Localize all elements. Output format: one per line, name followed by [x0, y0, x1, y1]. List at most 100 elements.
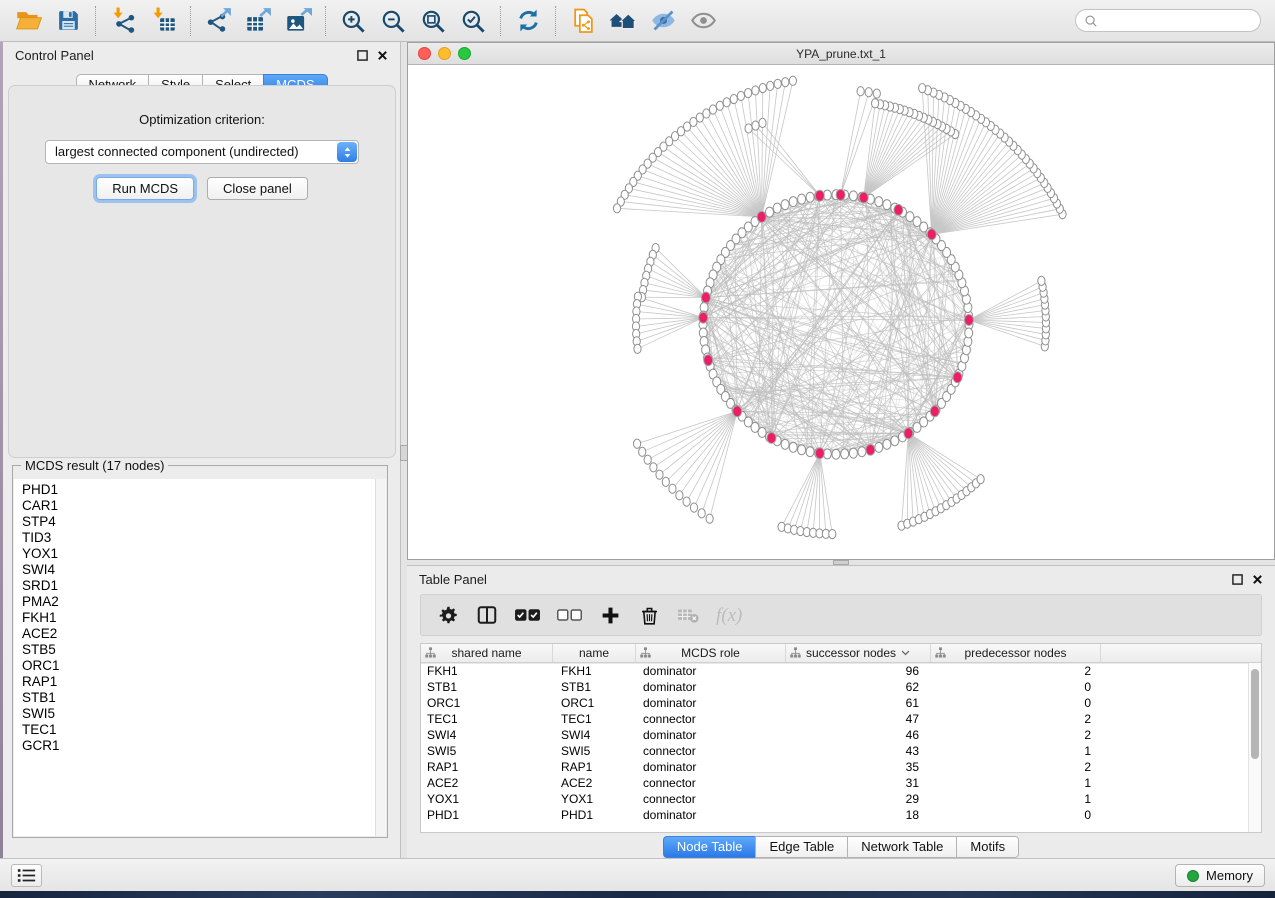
mcds-result-item[interactable]: CAR1 [14, 498, 386, 514]
criterion-select[interactable]: largest connected component (undirected) [45, 140, 359, 164]
table-cell[interactable]: 46 [786, 727, 931, 743]
table-cell[interactable]: ACE2 [421, 775, 553, 791]
zoom-fit-button[interactable] [413, 4, 453, 38]
table-cell[interactable]: SWI5 [553, 743, 636, 759]
mcds-result-item[interactable]: TEC1 [14, 722, 386, 738]
copy-style-button[interactable] [563, 4, 603, 38]
table-row[interactable]: TEC1TEC1connector472 [421, 711, 1248, 727]
add-column-button[interactable] [598, 601, 622, 629]
table-scrollbar[interactable] [1248, 663, 1261, 832]
close-panel-icon[interactable] [1252, 574, 1263, 585]
mcds-result-item[interactable]: STB5 [14, 642, 386, 658]
table-cell[interactable]: RAP1 [553, 759, 636, 775]
search-box[interactable] [1075, 9, 1261, 32]
table-cell[interactable]: 0 [931, 679, 1101, 695]
import-network-button[interactable] [103, 4, 143, 38]
column-header-name[interactable]: name [553, 644, 636, 662]
zoom-out-button[interactable] [373, 4, 413, 38]
table-cell[interactable]: 31 [786, 775, 931, 791]
column-header-MCDS-role[interactable]: MCDS role [636, 644, 786, 662]
table-row[interactable]: PHD1PHD1dominator180 [421, 807, 1248, 823]
table-cell[interactable]: PHD1 [421, 807, 553, 823]
table-cell[interactable]: 1 [931, 743, 1101, 759]
column-visibility-button[interactable] [475, 601, 499, 629]
table-scrollbar-thumb[interactable] [1251, 669, 1259, 759]
open-file-button[interactable] [8, 4, 48, 38]
close-panel-button[interactable]: Close panel [207, 177, 308, 200]
table-row[interactable]: RAP1RAP1dominator352 [421, 759, 1248, 775]
mcds-list-scrollbar[interactable] [375, 479, 386, 836]
table-cell[interactable]: SWI4 [421, 727, 553, 743]
table-cell[interactable]: connector [636, 711, 786, 727]
export-table-button[interactable] [238, 4, 278, 38]
deselect-all-button[interactable] [556, 601, 583, 629]
tab-motifs[interactable]: Motifs [956, 836, 1019, 858]
table-cell[interactable]: connector [636, 743, 786, 759]
table-cell[interactable]: connector [636, 775, 786, 791]
table-cell[interactable]: 1 [931, 791, 1101, 807]
table-cell[interactable]: 2 [931, 663, 1101, 679]
close-panel-icon[interactable] [377, 50, 388, 61]
table-cell[interactable]: dominator [636, 663, 786, 679]
table-cell[interactable]: SWI4 [553, 727, 636, 743]
zoom-selected-button[interactable] [453, 4, 493, 38]
delete-table-button[interactable] [676, 601, 700, 629]
mcds-result-item[interactable]: STB1 [14, 690, 386, 706]
table-cell[interactable]: 62 [786, 679, 931, 695]
column-header-successor-nodes[interactable]: successor nodes [786, 644, 931, 662]
table-cell[interactable]: YOX1 [421, 791, 553, 807]
zoom-window-button[interactable] [458, 47, 471, 60]
status-list-button[interactable] [11, 864, 42, 887]
function-builder-button[interactable]: f(x) [715, 601, 751, 629]
table-cell[interactable]: PHD1 [553, 807, 636, 823]
minimize-window-button[interactable] [438, 47, 451, 60]
table-cell[interactable]: ORC1 [553, 695, 636, 711]
table-row[interactable]: SWI4SWI4dominator462 [421, 727, 1248, 743]
network-graph[interactable] [408, 65, 1274, 559]
mcds-result-item[interactable]: YOX1 [14, 546, 386, 562]
run-mcds-button[interactable]: Run MCDS [96, 177, 194, 200]
save-session-button[interactable] [48, 4, 88, 38]
table-cell[interactable]: 47 [786, 711, 931, 727]
table-cell[interactable]: 0 [931, 695, 1101, 711]
mcds-result-item[interactable]: STP4 [14, 514, 386, 530]
table-row[interactable]: YOX1YOX1connector291 [421, 791, 1248, 807]
table-cell[interactable]: 2 [931, 759, 1101, 775]
table-cell[interactable]: connector [636, 791, 786, 807]
mcds-result-item[interactable]: ACE2 [14, 626, 386, 642]
export-network-button[interactable] [198, 4, 238, 38]
table-cell[interactable]: dominator [636, 759, 786, 775]
import-table-button[interactable] [143, 4, 183, 38]
table-cell[interactable]: 35 [786, 759, 931, 775]
refresh-button[interactable] [508, 4, 548, 38]
column-header-predecessor-nodes[interactable]: predecessor nodes [931, 644, 1101, 662]
table-cell[interactable]: dominator [636, 727, 786, 743]
table-cell[interactable]: 43 [786, 743, 931, 759]
column-header-shared-name[interactable]: shared name [421, 644, 553, 662]
mcds-result-item[interactable]: RAP1 [14, 674, 386, 690]
export-image-button[interactable] [278, 4, 318, 38]
table-cell[interactable]: FKH1 [421, 663, 553, 679]
table-cell[interactable]: 61 [786, 695, 931, 711]
mcds-result-item[interactable]: ORC1 [14, 658, 386, 674]
table-cell[interactable]: RAP1 [421, 759, 553, 775]
table-cell[interactable]: STB1 [553, 679, 636, 695]
float-panel-icon[interactable] [357, 50, 368, 61]
table-row[interactable]: FKH1FKH1dominator962 [421, 663, 1248, 679]
mcds-result-item[interactable]: PMA2 [14, 594, 386, 610]
zoom-in-button[interactable] [333, 4, 373, 38]
mcds-result-item[interactable]: FKH1 [14, 610, 386, 626]
table-cell[interactable]: dominator [636, 695, 786, 711]
network-canvas[interactable] [408, 65, 1274, 559]
table-cell[interactable]: TEC1 [421, 711, 553, 727]
table-cell[interactable]: FKH1 [553, 663, 636, 679]
table-cell[interactable]: 18 [786, 807, 931, 823]
mcds-result-item[interactable]: PHD1 [14, 482, 386, 498]
table-cell[interactable]: 29 [786, 791, 931, 807]
mcds-result-item[interactable]: SWI5 [14, 706, 386, 722]
table-cell[interactable]: 2 [931, 727, 1101, 743]
table-cell[interactable]: 2 [931, 711, 1101, 727]
tab-edge-table[interactable]: Edge Table [755, 836, 848, 858]
table-row[interactable]: SWI5SWI5connector431 [421, 743, 1248, 759]
first-neighbors-button[interactable] [603, 4, 643, 38]
